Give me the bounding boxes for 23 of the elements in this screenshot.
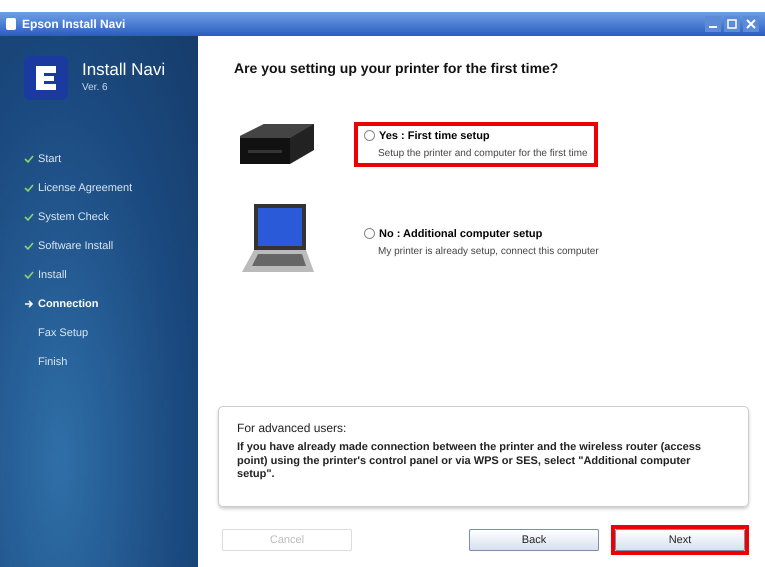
radio-button[interactable]: Yes : First time setup	[364, 130, 588, 142]
version-label: Ver. 6	[82, 82, 109, 93]
info-heading: For advanced users:	[237, 420, 348, 435]
question-heading: Are you setting up your printer for the first time?	[233, 60, 560, 76]
step-label: Connection	[38, 298, 98, 310]
radio-button[interactable]: No : Additional computer setup	[364, 228, 599, 240]
step-label: System Check	[38, 210, 109, 222]
window-title: Epson Install Navi	[22, 17, 126, 31]
option-description: Setup the printer and computer for the first time	[378, 148, 588, 158]
minimize-icon[interactable]	[705, 16, 721, 32]
dialog-button[interactable]: Next	[615, 529, 745, 551]
step-label: Install	[38, 268, 67, 280]
option-description: My printer is already setup, connect this computer	[378, 246, 599, 256]
close-icon[interactable]	[743, 16, 759, 32]
step-label: Fax Setup	[38, 326, 88, 338]
step-label: License Agreement	[38, 182, 132, 194]
step-label: Finish	[38, 356, 68, 368]
dialog-button[interactable]: Back	[469, 529, 599, 551]
step-label: Software Install	[38, 240, 114, 252]
info-text: If you have already made connection between the printer and the wireless router (access point) using the printer's control panel or via WPS or SES, select "Additional computer setup".	[237, 440, 702, 482]
maximize-icon[interactable]	[724, 16, 740, 32]
step-label: Start	[38, 152, 62, 164]
app-name: Install Navi	[82, 60, 166, 80]
